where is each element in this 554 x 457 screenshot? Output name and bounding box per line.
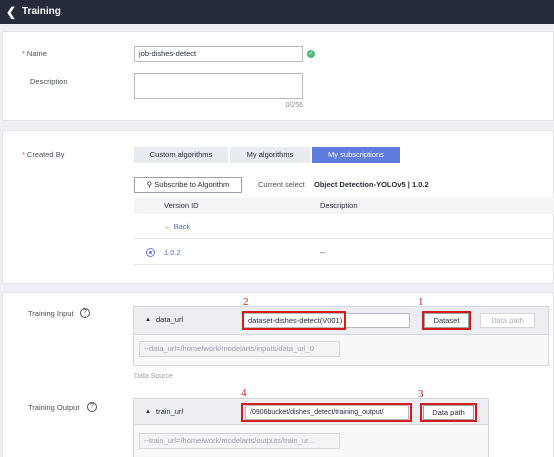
back-link[interactable]: ← Back [164, 222, 190, 232]
training-output-label: Training Output [28, 403, 80, 412]
chevron-left-icon[interactable]: ❮ [6, 5, 18, 19]
annotation-box-4 [241, 403, 412, 422]
data-url-param: data_url [156, 315, 184, 324]
search-icon: ⚲ [146, 180, 153, 189]
subscribe-button[interactable]: ⚲ Subscribe to Algorithm [134, 177, 242, 193]
current-select-label: Current select [258, 180, 305, 189]
collapse-triangle-icon[interactable]: ▲ [145, 316, 151, 324]
created-by-label-text: Created By [26, 150, 65, 159]
name-label: * Name [22, 49, 47, 59]
row-divider [134, 238, 554, 239]
annotation-number-2: 2 [243, 296, 249, 308]
annotation-number-1: 1 [418, 296, 424, 308]
description-label: Description [30, 77, 68, 86]
training-input-cli-hint: --data_url=/home/work/modelarts/inputs/d… [139, 341, 340, 357]
description-textarea[interactable] [134, 73, 303, 99]
annotation-box-2 [242, 311, 346, 330]
page-title: Training [22, 6, 61, 17]
collapse-triangle-icon[interactable]: ▲ [145, 408, 151, 416]
help-icon[interactable]: ? [87, 402, 97, 412]
annotation-number-4: 4 [241, 387, 247, 399]
required-mark: * [22, 150, 25, 159]
train-url-param: train_url [156, 407, 184, 416]
description-counter: 0/256 [285, 102, 303, 109]
version-description-cell: -- [320, 248, 325, 257]
tab-my-algorithms[interactable]: My algorithms [230, 147, 310, 163]
back-link-label: Back [173, 222, 191, 231]
data-source-label: Data Source [134, 373, 173, 380]
annotation-box-3 [420, 403, 477, 422]
column-version-id: Version ID [164, 201, 199, 210]
required-mark: * [22, 49, 25, 58]
row-divider [134, 264, 554, 265]
tab-my-subscriptions[interactable]: My subscriptions [312, 147, 400, 163]
name-label-text: Name [26, 49, 47, 58]
version-radio[interactable] [146, 248, 155, 257]
annotation-box-1 [422, 311, 471, 330]
name-input[interactable]: job-dishes-detect [134, 46, 303, 62]
arrow-left-icon: ← [164, 222, 172, 231]
subscribe-button-label: Subscribe to Algorithm [154, 180, 230, 189]
version-id-cell[interactable]: 1.0.2 [164, 248, 181, 258]
training-output-cli-hint: --train_url=/home/work/modelarts/outputs… [139, 433, 340, 449]
top-bar [0, 0, 554, 24]
created-by-label: * Created By [22, 150, 64, 160]
training-input-label: Training Input [28, 309, 74, 318]
input-data-path-button[interactable]: Data path [480, 313, 535, 328]
current-select-value: Object Detection-YOLOv5 | 1.0.2 [314, 180, 429, 189]
help-icon[interactable]: ? [80, 308, 90, 318]
check-circle-icon: ✓ [307, 50, 315, 58]
annotation-number-3: 3 [418, 388, 424, 400]
tab-custom-algorithms[interactable]: Custom algorithms [134, 147, 228, 163]
column-description: Description [320, 201, 358, 210]
